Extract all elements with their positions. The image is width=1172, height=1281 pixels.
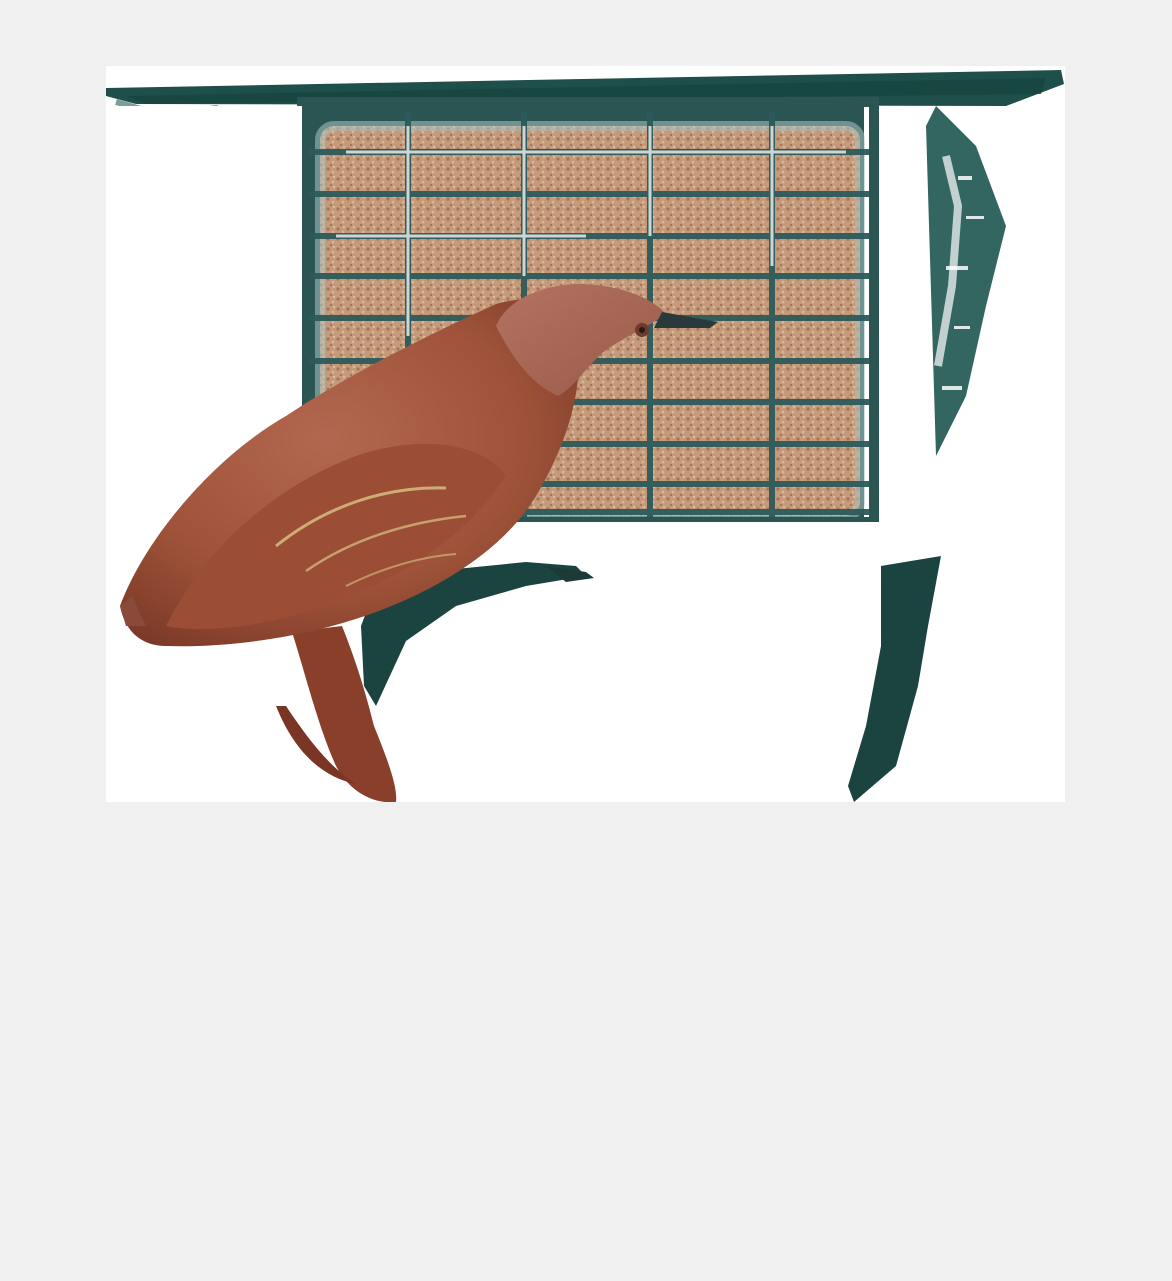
- bird-feeder-photo: [106, 66, 1065, 802]
